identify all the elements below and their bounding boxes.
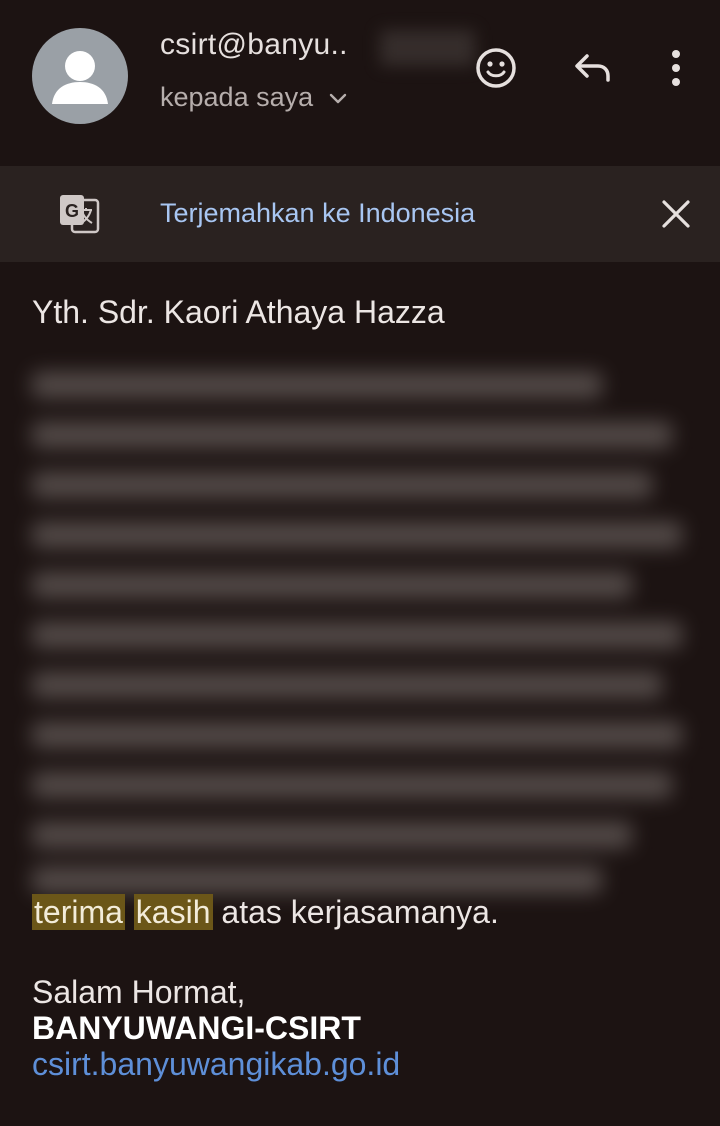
signature-closing: Salam Hormat,: [32, 974, 246, 1010]
sender-avatar[interactable]: [32, 28, 128, 124]
redacted-message-body: [32, 362, 692, 902]
thanks-line: terima kasih atas kerjasamanya.: [32, 894, 499, 931]
sender-redaction: [380, 30, 475, 66]
smiley-icon: [476, 48, 516, 88]
thanks-text: atas kerjasamanya.: [221, 894, 499, 930]
more-vertical-icon: [672, 50, 680, 86]
close-translate-button[interactable]: [656, 194, 696, 234]
translate-link[interactable]: Terjemahkan ke Indonesia: [160, 198, 475, 229]
recipient-toggle[interactable]: kepada saya: [160, 82, 349, 113]
person-icon: [52, 51, 108, 104]
recipient-label: kepada saya: [160, 82, 314, 112]
more-options-button[interactable]: [652, 44, 700, 92]
greeting-line: Yth. Sdr. Kaori Athaya Hazza: [32, 294, 445, 330]
chevron-down-icon: [329, 93, 347, 103]
highlighted-word: terima: [32, 894, 125, 930]
add-reaction-button[interactable]: [472, 44, 520, 92]
reply-button[interactable]: [568, 44, 616, 92]
message-header: csirt@banyu.. kepada saya: [0, 0, 720, 166]
google-translate-icon: G: [58, 192, 102, 236]
signature-website-link[interactable]: csirt.banyuwangikab.go.id: [32, 1046, 400, 1082]
svg-text:G: G: [65, 201, 79, 221]
highlighted-word: kasih: [133, 894, 213, 930]
close-icon: [662, 200, 690, 228]
signature-organization: BANYUWANGI-CSIRT: [32, 1010, 361, 1046]
reply-arrow-icon: [575, 54, 610, 82]
email-signature: Salam Hormat, BANYUWANGI-CSIRT csirt.ban…: [32, 974, 400, 1082]
sender-name[interactable]: csirt@banyu..: [160, 28, 348, 62]
